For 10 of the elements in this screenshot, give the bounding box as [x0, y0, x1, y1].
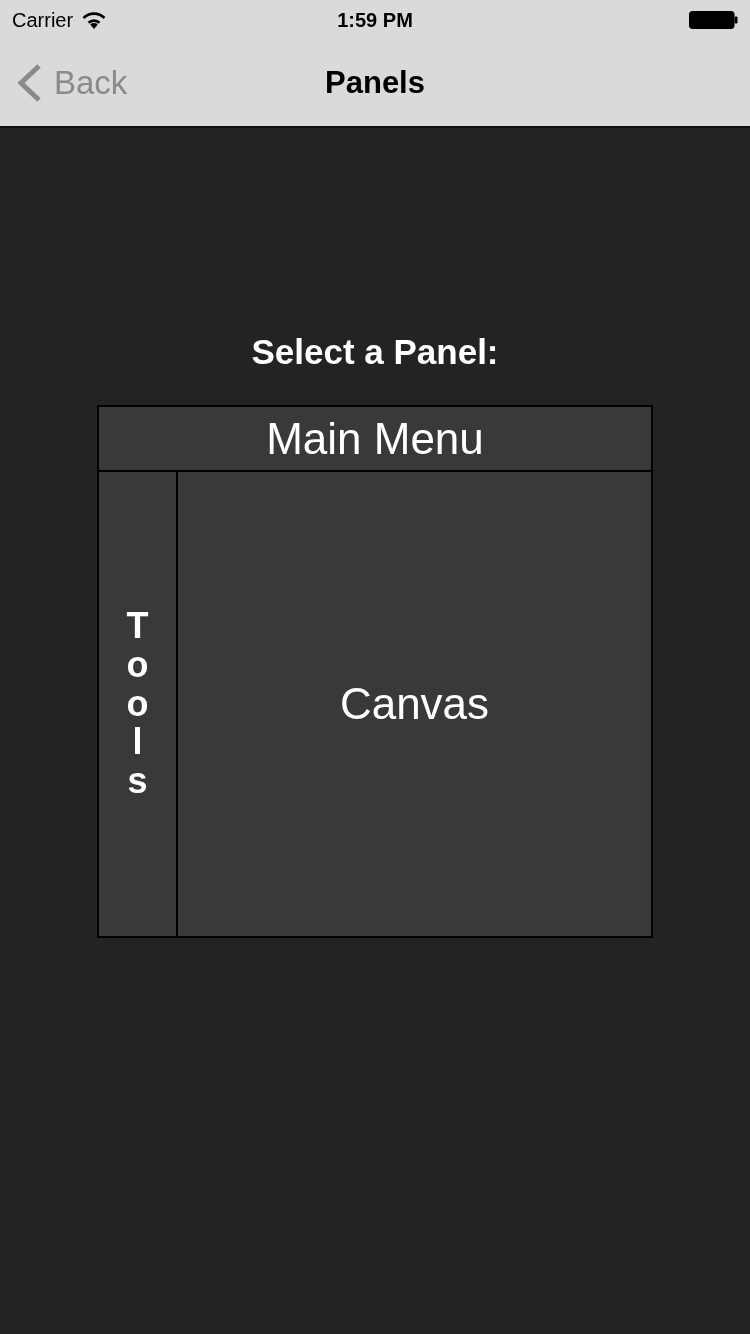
tools-panel[interactable]: Tools [97, 472, 178, 938]
chevron-left-icon [16, 63, 42, 103]
screen-title: Panels [325, 63, 425, 102]
main-menu-panel[interactable]: Main Menu [97, 405, 653, 472]
battery-icon [689, 11, 738, 29]
carrier-label: Carrier [12, 8, 74, 33]
time-label: 1:59 PM [337, 8, 413, 33]
prompt-label: Select a Panel: [251, 334, 499, 369]
canvas-panel[interactable]: Canvas [178, 472, 653, 938]
wifi-icon [82, 11, 107, 29]
